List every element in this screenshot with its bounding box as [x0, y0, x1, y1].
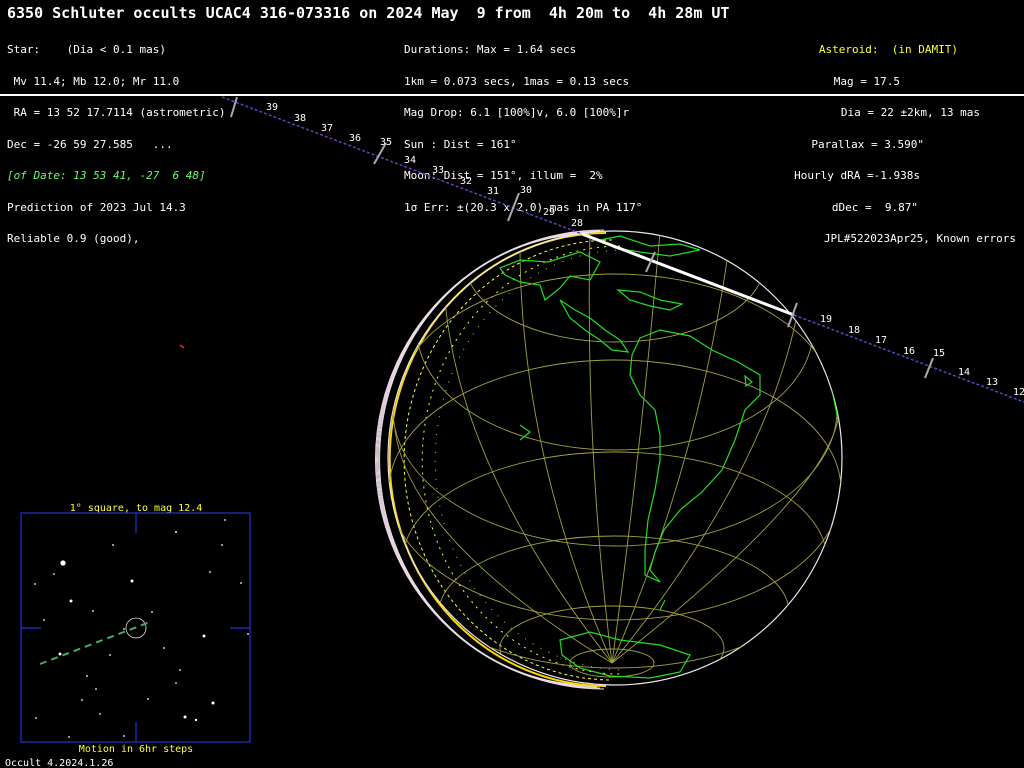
track-label: 32 [460, 176, 472, 187]
track-label: 35 [380, 137, 392, 148]
map-canvas: 39 38 37 36 35 34 33 32 31 30 29 28 19 1… [5, 96, 1024, 768]
track-label: 17 [875, 335, 887, 346]
globe-outline [387, 230, 843, 686]
track-label: 30 [520, 185, 532, 196]
track-label: 29 [543, 207, 555, 218]
track-label: 34 [404, 155, 416, 166]
track-label: 14 [958, 367, 970, 378]
track-label: 39 [266, 102, 278, 113]
track-lower [793, 314, 1024, 403]
occultation-map: 6350 Schluter occults UCAC4 316-073316 o… [0, 0, 1024, 768]
track-label: 38 [294, 113, 306, 124]
track-label: 16 [903, 346, 915, 357]
track-label: 13 [986, 377, 998, 388]
red-marker [179, 344, 185, 349]
track-label: 28 [571, 218, 583, 229]
track-ticks [230, 96, 934, 379]
finder-stars [34, 519, 249, 738]
finder-chart: 1° square, to mag 12.4 Motion in 6hr ste… [20, 503, 251, 755]
track-label: 36 [349, 133, 361, 144]
track-upper [221, 96, 583, 235]
track-label: 19 [820, 314, 832, 325]
asteroid-motion [39, 621, 151, 665]
track-label: 12 [1013, 387, 1024, 398]
finder-caption: Motion in 6hr steps [79, 744, 193, 755]
track-label: 37 [321, 123, 333, 134]
track-label: 15 [933, 348, 945, 359]
track-label: 18 [848, 325, 860, 336]
track-label: 33 [432, 165, 444, 176]
finder-title: 1° square, to mag 12.4 [70, 503, 202, 514]
track-label: 31 [487, 186, 499, 197]
earth-limb [375, 229, 626, 690]
track-labels: 39 38 37 36 35 34 33 32 31 30 29 28 19 1… [266, 102, 1024, 398]
graticule [388, 231, 842, 685]
software-version: Occult 4.2024.1.26 [5, 758, 113, 768]
